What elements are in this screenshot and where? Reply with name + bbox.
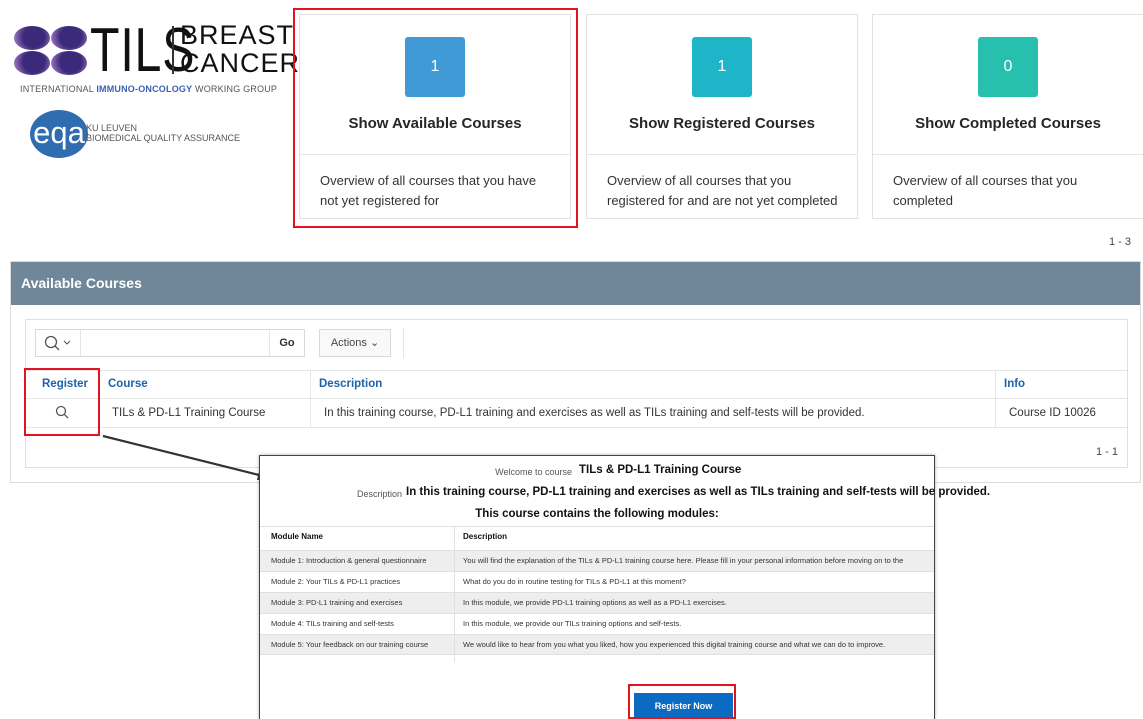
module-description: We would like to hear from you what you … (463, 640, 886, 649)
module-row: Module 2: Your TILs & PD-L1 practices Wh… (260, 571, 934, 592)
report-pagination: 1 - 1 (1095, 446, 1118, 458)
card-registered-courses[interactable]: 1 Show Registered Courses Overview of al… (586, 14, 858, 219)
eqa-logo: eqa KU LEUVEN BIOMEDICAL QUALITY ASSURAN… (30, 110, 290, 160)
card-divider (587, 154, 857, 155)
module-row: Module 1: Introduction & general questio… (260, 550, 934, 571)
card-count-badge: 1 (692, 37, 752, 97)
module-description: In this module, we provide our TILs trai… (463, 619, 682, 628)
card-description: Overview of all courses that you registe… (607, 173, 838, 208)
logo-cancer-text: CANCER (180, 48, 301, 78)
module-name: Module 1: Introduction & general questio… (271, 556, 427, 565)
table-divider (26, 370, 1127, 371)
table-divider (26, 427, 1127, 428)
tils-breast-cancer-logo: TILS BREAST CANCER INTERNATIONAL IMMUNO-… (14, 20, 299, 100)
table-col-divider (995, 370, 996, 427)
module-row: Module 4: TILs training and self-tests I… (260, 613, 934, 634)
module-description: In this module, we provide PD-L1 trainin… (463, 598, 727, 607)
highlight-box-register-now (628, 684, 736, 719)
column-header-module-name: Module Name (271, 532, 324, 541)
card-divider (873, 154, 1143, 155)
highlight-box-register (24, 368, 100, 436)
search-icon (44, 335, 71, 351)
table-col-divider (310, 370, 311, 427)
card-description: Overview of all courses that you complet… (893, 173, 1078, 208)
logo-subtitle-pre: INTERNATIONAL (20, 84, 97, 94)
eqa-line2: BIOMEDICAL QUALITY ASSURANCE (86, 133, 241, 143)
description-value: In this training course, PD-L1 training … (406, 486, 991, 498)
logo-circle-icon (14, 26, 50, 50)
logo-breast-text: BREAST (180, 20, 295, 50)
cards-pagination: 1 - 3 (1108, 236, 1131, 248)
search-bar: Go (35, 329, 305, 357)
logo-circle-icon (14, 51, 50, 75)
module-name: Module 3: PD-L1 training and exercises (271, 598, 403, 607)
logo-subtitle-highlight: IMMUNO-ONCOLOGY (96, 84, 193, 94)
eqa-line1: KU LEUVEN (86, 123, 138, 133)
eqa-mark: eqa (30, 110, 88, 158)
actions-menu-button[interactable]: Actions ⌄ (319, 329, 391, 357)
module-row: Module 5: Your feedback on our training … (260, 634, 934, 655)
region-header: Available Courses (11, 262, 1140, 305)
highlight-box-available-card (293, 8, 578, 228)
logo-subtitle: INTERNATIONAL IMMUNO-ONCOLOGY WORKING GR… (20, 84, 277, 94)
column-header-description[interactable]: Description (319, 370, 382, 398)
course-dialog: Welcome to course TILs & PD-L1 Training … (259, 455, 990, 719)
search-column-selector[interactable] (36, 330, 81, 356)
logo-divider (172, 26, 174, 74)
module-description: What do you do in routine testing for TI… (463, 577, 686, 586)
course-description-cell: In this training course, PD-L1 training … (324, 407, 865, 419)
course-info-cell: Course ID 10026 (1009, 407, 1096, 419)
modules-heading: This course contains the following modul… (475, 508, 719, 520)
column-header-module-description: Description (463, 532, 508, 541)
logo-circle-icon (51, 26, 87, 50)
modules-col-divider (454, 526, 455, 662)
module-name: Module 4: TILs training and self-tests (271, 619, 394, 628)
card-completed-courses[interactable]: 0 Show Completed Courses Overview of all… (872, 14, 1143, 219)
module-name: Module 5: Your feedback on our training … (271, 640, 429, 649)
welcome-course-name: TILs & PD-L1 Training Course (579, 464, 742, 476)
card-title: Show Registered Courses (629, 115, 815, 132)
go-button[interactable]: Go (269, 330, 304, 356)
column-header-course[interactable]: Course (108, 370, 148, 398)
search-input[interactable] (81, 330, 269, 356)
report-toolbar: Go Actions ⌄ (26, 320, 1127, 370)
logo-circle-icon (51, 51, 87, 75)
actions-label: Actions (330, 337, 367, 349)
module-name: Module 2: Your TILs & PD-L1 practices (271, 577, 401, 586)
logo-subtitle-post: WORKING GROUP (192, 84, 278, 94)
modules-header-row: Module Name Description (260, 526, 934, 547)
card-title: Show Completed Courses (915, 115, 1101, 132)
pointer-arrow (102, 434, 279, 480)
course-name-cell: TILs & PD-L1 Training Course (112, 407, 266, 419)
welcome-label: Welcome to course (495, 467, 572, 477)
description-label: Description (356, 489, 402, 499)
region-title: Available Courses (21, 275, 142, 291)
toolbar-divider (403, 328, 404, 358)
module-description: You will find the explanation of the TIL… (463, 556, 904, 565)
chevron-down-icon: ⌄ (369, 337, 380, 349)
module-row: Module 3: PD-L1 training and exercises I… (260, 592, 934, 613)
card-count-badge: 0 (978, 37, 1038, 97)
column-header-info[interactable]: Info (1004, 370, 1025, 398)
